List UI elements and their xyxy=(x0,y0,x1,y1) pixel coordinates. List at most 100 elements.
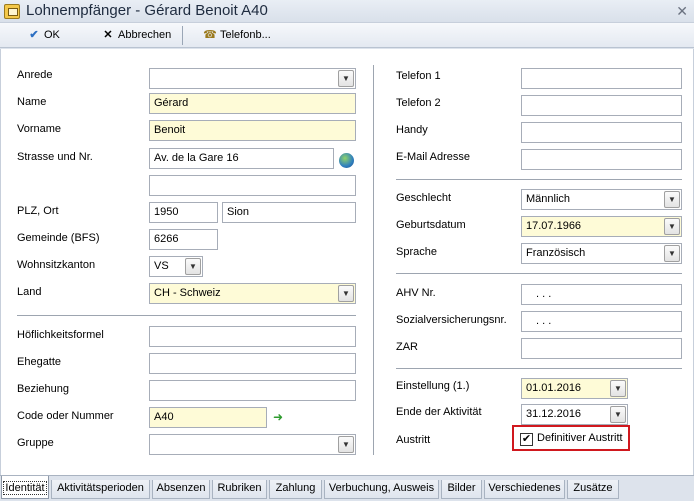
geburtsdatum-value: 17.07.1966 xyxy=(526,220,582,232)
tab-identitaet[interactable]: Identität xyxy=(1,476,49,499)
check-icon: ✔ xyxy=(29,29,39,41)
tab-label: Aktivitätsperioden xyxy=(57,482,144,494)
land-label: Land xyxy=(17,286,42,298)
handy-label: Handy xyxy=(396,124,428,136)
name-label: Name xyxy=(17,96,47,108)
code-label: Code oder Nummer xyxy=(17,410,114,422)
ende-value: 31.12.2016 xyxy=(526,408,582,420)
globe-icon[interactable] xyxy=(339,153,354,168)
tab-zahlung[interactable]: Zahlung xyxy=(269,480,322,499)
sozial-field[interactable]: . . . xyxy=(521,311,682,332)
telefon2-field[interactable] xyxy=(521,95,682,116)
section-divider-right-3 xyxy=(396,368,682,369)
austritt-checkbox[interactable]: ✔ xyxy=(520,433,533,446)
beziehung-field[interactable] xyxy=(149,380,356,401)
toolbar-separator xyxy=(182,26,183,45)
app-icon xyxy=(4,4,20,19)
tab-aktivitaetsperioden[interactable]: Aktivitätsperioden xyxy=(51,480,150,499)
cancel-button[interactable]: ✕ Abbrechen xyxy=(98,26,171,45)
sozial-label: Sozialversicherungsnr. xyxy=(396,314,507,326)
strasse-field[interactable]: Av. de la Gare 16 xyxy=(149,148,334,169)
anrede-select[interactable]: ▼ xyxy=(149,68,356,89)
section-divider-right-2 xyxy=(396,273,682,274)
tab-label: Identität xyxy=(3,481,47,495)
telefon2-label: Telefon 2 xyxy=(396,97,441,109)
gruppe-label: Gruppe xyxy=(17,437,54,449)
ehegatte-field[interactable] xyxy=(149,353,356,374)
chevron-down-icon[interactable]: ▼ xyxy=(185,258,201,275)
sprache-select[interactable]: Französisch ▼ xyxy=(521,243,682,264)
name-field[interactable]: Gérard xyxy=(149,93,356,114)
ok-button-label: OK xyxy=(44,29,60,41)
ahv-label: AHV Nr. xyxy=(396,287,436,299)
austritt-checkbox-label[interactable]: Definitiver Austritt xyxy=(537,432,623,444)
kanton-select[interactable]: VS ▼ xyxy=(149,256,203,277)
chevron-down-icon[interactable]: ▼ xyxy=(664,218,680,235)
strasse-field-2[interactable] xyxy=(149,175,356,196)
gruppe-select[interactable]: ▼ xyxy=(149,434,356,455)
chevron-down-icon[interactable]: ▼ xyxy=(664,191,680,208)
gemeinde-label: Gemeinde (BFS) xyxy=(17,232,100,244)
ort-field[interactable]: Sion xyxy=(222,202,356,223)
ende-field[interactable]: 31.12.2016 ▼ xyxy=(521,404,628,425)
geschlecht-select[interactable]: Männlich ▼ xyxy=(521,189,682,210)
handy-field[interactable] xyxy=(521,122,682,143)
zar-field[interactable] xyxy=(521,338,682,359)
telefon1-field[interactable] xyxy=(521,68,682,89)
ahv-field[interactable]: . . . xyxy=(521,284,682,305)
chevron-down-icon[interactable]: ▼ xyxy=(664,245,680,262)
land-value: CH - Schweiz xyxy=(154,287,221,299)
phone-icon: ☎ xyxy=(203,29,217,41)
land-select[interactable]: CH - Schweiz ▼ xyxy=(149,283,356,304)
chevron-down-icon[interactable]: ▼ xyxy=(610,380,626,397)
title-bar: Lohnempfänger - Gérard Benoit A40 ✕ xyxy=(0,0,694,23)
geschlecht-label: Geschlecht xyxy=(396,192,452,204)
vorname-field[interactable]: Benoit xyxy=(149,120,356,141)
tab-label: Bilder xyxy=(447,482,476,494)
tab-zusaetze[interactable]: Zusätze xyxy=(567,480,619,499)
einstellung-value: 01.01.2016 xyxy=(526,382,582,394)
chevron-down-icon[interactable]: ▼ xyxy=(338,436,354,453)
tab-bar: Identität Aktivitätsperioden Absenzen Ru… xyxy=(0,475,694,500)
chevron-down-icon[interactable]: ▼ xyxy=(338,70,354,87)
phonebook-button[interactable]: ☎ Telefonb... xyxy=(200,26,271,45)
telefon1-label: Telefon 1 xyxy=(396,70,441,82)
einstellung-label: Einstellung (1.) xyxy=(396,380,470,392)
tab-verbuchung-ausweis[interactable]: Verbuchung, Ausweis xyxy=(324,480,439,499)
geburtsdatum-field[interactable]: 17.07.1966 ▼ xyxy=(521,216,682,237)
tab-rubriken[interactable]: Rubriken xyxy=(212,480,267,499)
toolbar: ✔ OK ✕ Abbrechen ☎ Telefonb... xyxy=(0,23,694,48)
section-divider-right-1 xyxy=(396,179,682,180)
sprache-label: Sprache xyxy=(396,246,437,258)
austritt-label: Austritt xyxy=(396,434,431,446)
einstellung-field[interactable]: 01.01.2016 ▼ xyxy=(521,378,628,399)
tab-label: Absenzen xyxy=(156,482,206,494)
kanton-value: VS xyxy=(154,260,169,272)
code-field[interactable]: A40 xyxy=(149,407,267,428)
tab-label: Zusätze xyxy=(573,482,613,494)
chevron-down-icon[interactable]: ▼ xyxy=(338,285,354,302)
email-label: E-Mail Adresse xyxy=(396,151,470,163)
strasse-label: Strasse und Nr. xyxy=(17,151,93,163)
beziehung-label: Beziehung xyxy=(17,383,69,395)
cancel-button-label: Abbrechen xyxy=(118,29,172,41)
chevron-down-icon[interactable]: ▼ xyxy=(610,406,626,423)
plz-field[interactable]: 1950 xyxy=(149,202,218,223)
ok-button[interactable]: ✔ OK xyxy=(24,26,60,45)
window-title: Lohnempfänger - Gérard Benoit A40 xyxy=(26,2,268,19)
vorname-label: Vorname xyxy=(17,123,62,135)
geschlecht-value: Männlich xyxy=(526,193,571,205)
tab-absenzen[interactable]: Absenzen xyxy=(152,480,210,499)
email-field[interactable] xyxy=(521,149,682,170)
window-close-button[interactable]: ✕ xyxy=(676,1,688,21)
arrow-icon[interactable]: ➜ xyxy=(273,411,283,423)
hoeflichkeit-label: Höflichkeitsformel xyxy=(17,329,104,341)
tab-label: Rubriken xyxy=(217,482,262,494)
hoeflichkeit-field[interactable] xyxy=(149,326,356,347)
ehegatte-label: Ehegatte xyxy=(17,356,62,368)
tab-label: Verbuchung, Ausweis xyxy=(328,482,435,494)
gemeinde-field[interactable]: 6266 xyxy=(149,229,218,250)
tab-bilder[interactable]: Bilder xyxy=(441,480,482,499)
ende-label: Ende der Aktivität xyxy=(396,406,482,418)
tab-verschiedenes[interactable]: Verschiedenes xyxy=(484,480,565,499)
